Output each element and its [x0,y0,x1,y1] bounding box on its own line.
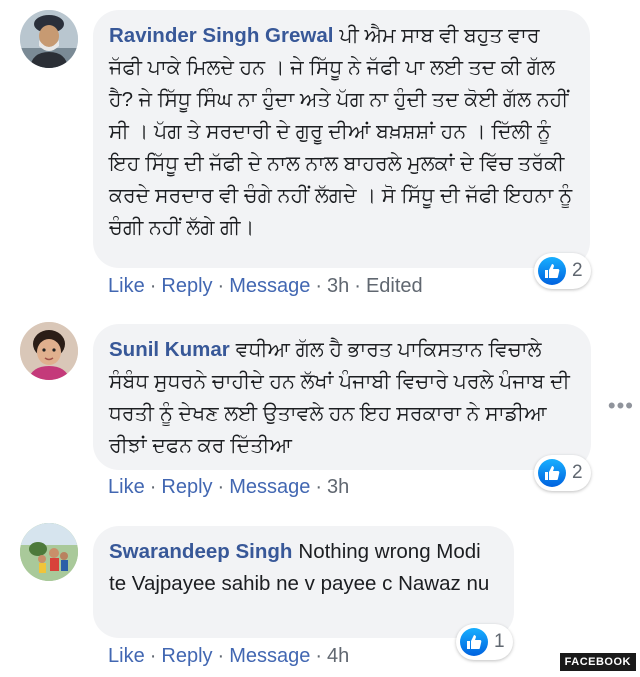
comment-actions: Like · Reply · Message · 4h [108,645,350,667]
avatar[interactable] [20,10,78,68]
reaction-count: 2 [572,462,583,483]
timestamp[interactable]: 3h [327,476,349,498]
like-link[interactable]: Like [108,476,145,498]
reply-link[interactable]: Reply [161,645,212,667]
comment-author[interactable]: Sunil Kumar [109,338,230,361]
like-link[interactable]: Like [108,645,145,667]
comment-actions: Like · Reply · Message · 3h [108,476,350,498]
more-options-icon[interactable]: ••• [608,393,634,419]
comment-bubble: Ravinder Singh Grewal ਪੀ ਐਮ ਸਾਬ ਵੀ ਬਹੁਤ ਵ… [93,10,590,268]
reaction-count: 1 [494,631,505,652]
reaction-count: 2 [572,260,583,281]
reply-link[interactable]: Reply [161,275,212,297]
reply-link[interactable]: Reply [161,476,212,498]
like-icon [460,628,488,656]
facebook-watermark: FACEBOOK [559,653,636,671]
avatar[interactable] [20,523,78,581]
comment-bubble: Sunil Kumar ਵਧੀਆ ਗੱਲ ਹੈ ਭਾਰਤ ਪਾਕਿਸਤਾਨ ਵਿਚ… [93,324,591,470]
avatar[interactable] [20,322,78,380]
comment-author[interactable]: Ravinder Singh Grewal [109,24,333,47]
comment-text: ਪੀ ਐਮ ਸਾਬ ਵੀ ਬਹੁਤ ਵਾਰ ਜੱਫੀ ਪਾਕੇ ਮਿਲਦੇ ਹਨ… [109,24,573,239]
reaction-badge[interactable]: 2 [534,253,591,289]
edited-label[interactable]: Edited [366,275,423,297]
like-icon [538,459,566,487]
comment-actions: Like · Reply · Message · 3h · Edited [108,275,423,297]
reaction-badge[interactable]: 1 [456,624,513,660]
message-link[interactable]: Message [229,476,310,498]
like-link[interactable]: Like [108,275,145,297]
timestamp[interactable]: 3h [327,275,349,297]
message-link[interactable]: Message [229,275,310,297]
timestamp[interactable]: 4h [327,645,349,667]
like-icon [538,257,566,285]
reaction-badge[interactable]: 2 [534,455,591,491]
comment-bubble: Swarandeep Singh Nothing wrong Modi te Va… [93,526,514,638]
comment-author[interactable]: Swarandeep Singh [109,540,292,563]
message-link[interactable]: Message [229,645,310,667]
